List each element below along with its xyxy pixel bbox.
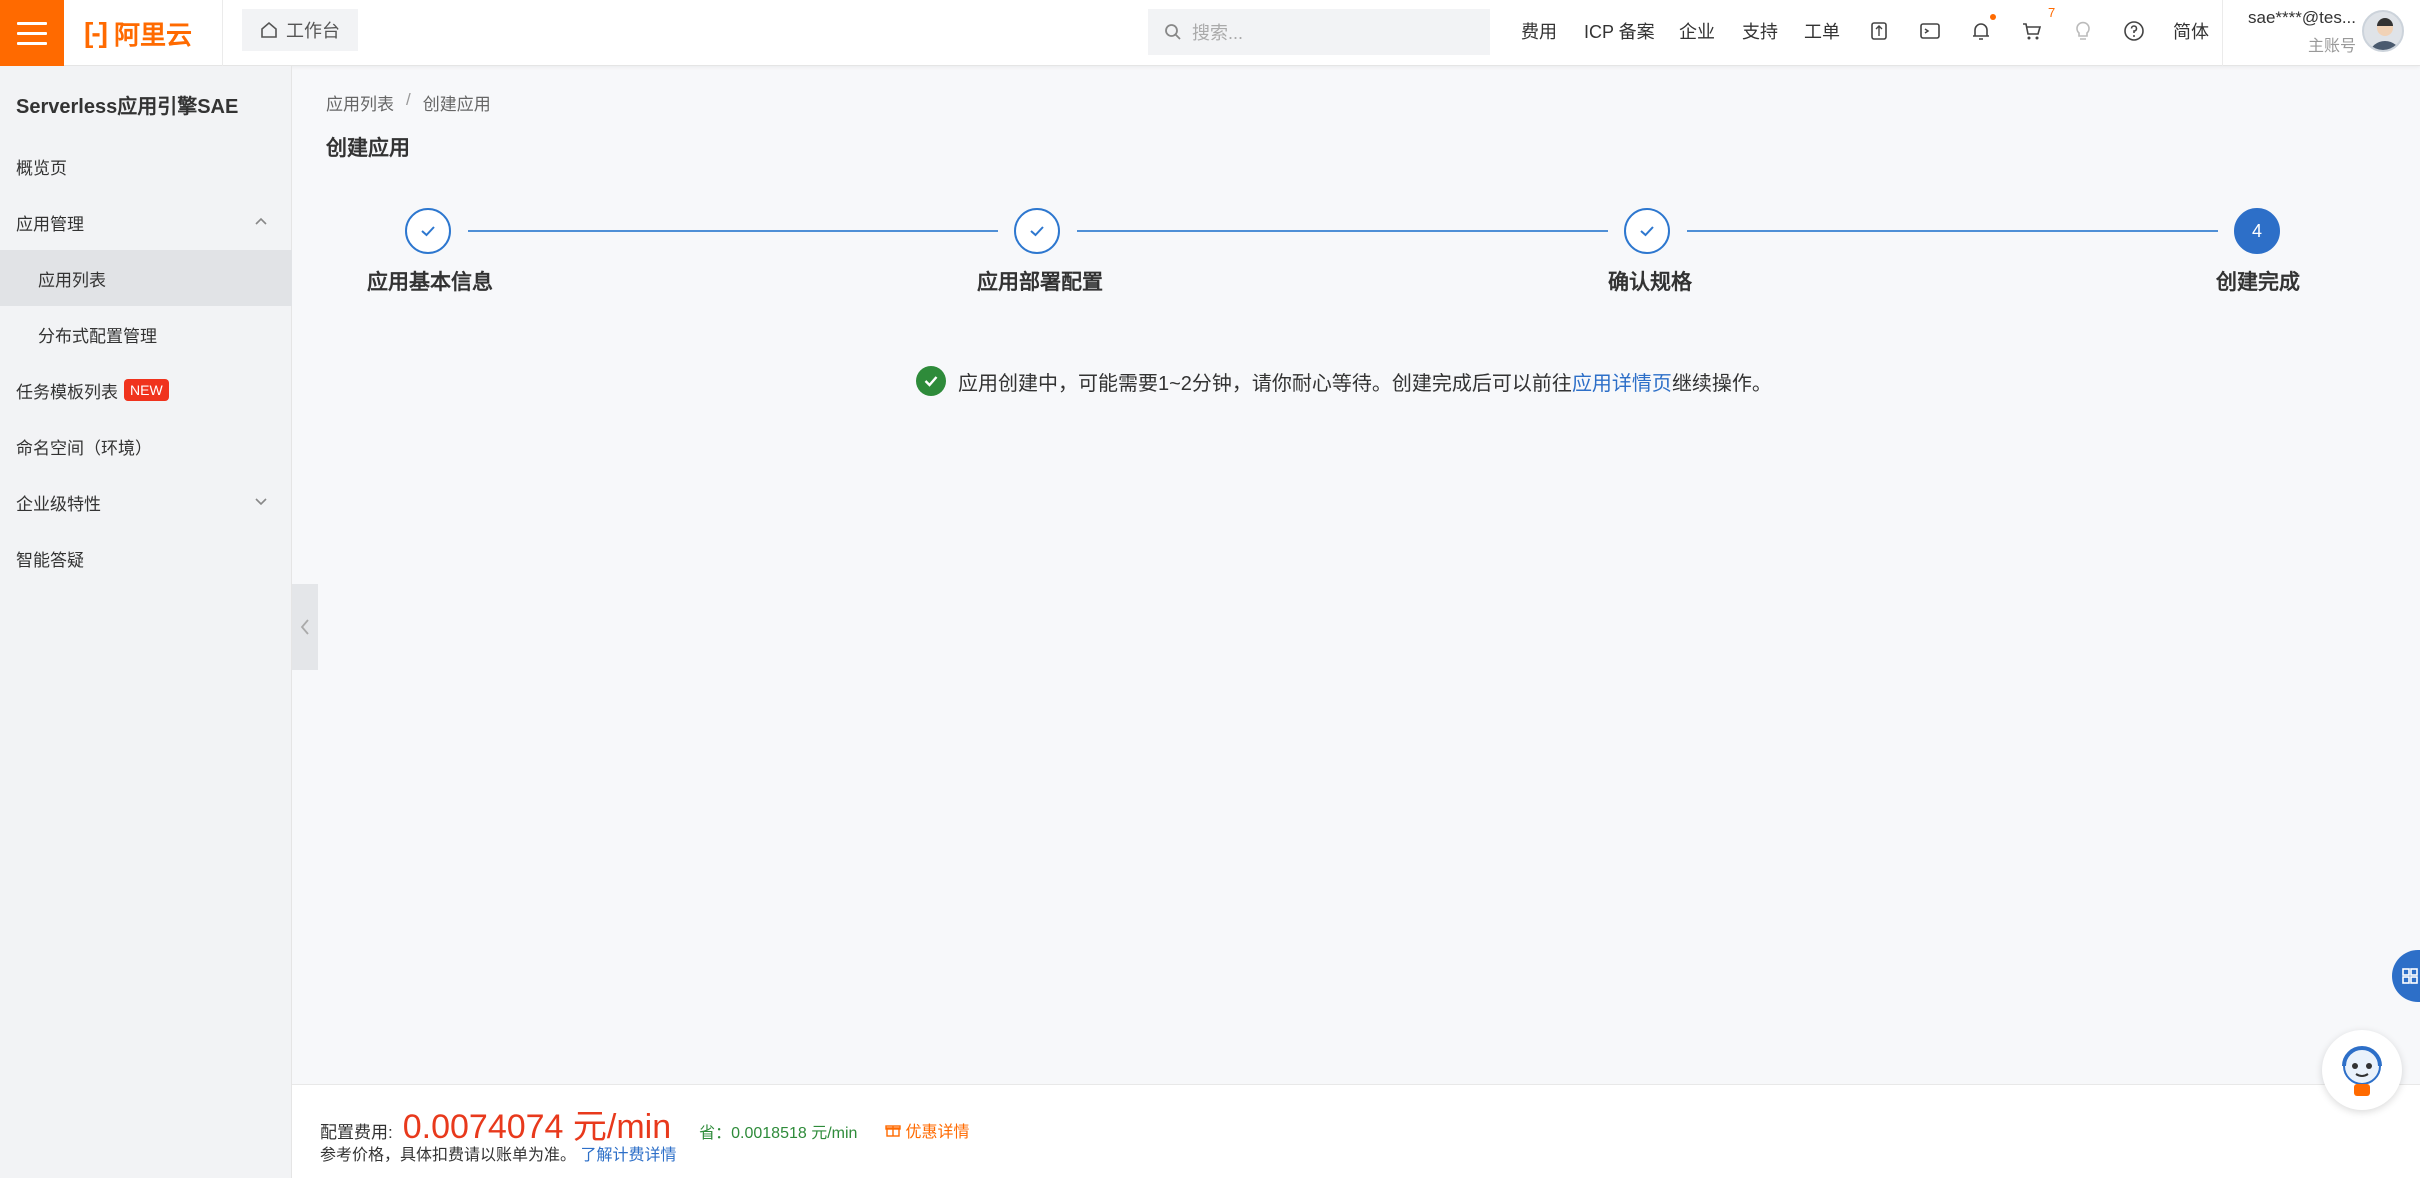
step-connector: [1687, 230, 2218, 232]
language-switch[interactable]: 简体: [2173, 18, 2209, 44]
breadcrumb-create-app: 创建应用: [422, 95, 491, 114]
step-2-label: 应用部署配置: [977, 271, 1103, 294]
sidebar-item-label: 企业级特性: [16, 494, 101, 514]
nav-link-support[interactable]: 支持: [1742, 18, 1778, 44]
app-detail-link[interactable]: 应用详情页: [1572, 373, 1672, 395]
billing-details-link[interactable]: 了解计费详情: [580, 1147, 676, 1164]
breadcrumb-app-list[interactable]: 应用列表: [326, 90, 394, 115]
aliyun-logo-mark: [-]: [84, 17, 108, 48]
help-icon[interactable]: [2121, 18, 2147, 44]
step-2-check-icon: [1014, 208, 1060, 254]
sidebar-item-namespace[interactable]: 命名空间（环境）: [0, 418, 292, 474]
sidebar-item-distributed-config[interactable]: 分布式配置管理: [0, 306, 292, 362]
chevron-up-icon: [255, 217, 267, 225]
floating-apps-button[interactable]: [2392, 950, 2420, 1002]
sidebar-title: Serverless应用引擎SAE: [16, 96, 239, 118]
nav-link-ticket[interactable]: 工单: [1804, 18, 1840, 44]
cart-count: 7: [2048, 5, 2056, 20]
success-check-icon: [916, 366, 946, 396]
breadcrumb-separator: /: [406, 90, 411, 109]
search-placeholder: 搜索...: [1192, 23, 1244, 43]
chevron-down-icon: [255, 498, 267, 506]
workbench-label: 工作台: [286, 21, 340, 41]
sidebar-item-label: 智能答疑: [16, 550, 84, 570]
bell-icon[interactable]: [1968, 18, 1994, 44]
sidebar-item-label: 命名空间（环境）: [16, 438, 152, 458]
sidebar-item-label: 任务模板列表: [16, 382, 118, 402]
menu-icon[interactable]: [0, 0, 64, 66]
step-connector: [468, 230, 998, 232]
new-badge: NEW: [124, 379, 169, 401]
home-icon: [261, 21, 277, 38]
sidebar-item-app-list[interactable]: 应用列表: [0, 250, 292, 306]
divider: [2222, 0, 2223, 66]
page-title: 创建应用: [326, 137, 410, 160]
discount-details-link[interactable]: 优惠详情: [885, 1118, 969, 1142]
workbench-button[interactable]: 工作台: [242, 9, 358, 51]
chevron-left-icon: [300, 619, 309, 635]
nav-link-enterprise[interactable]: 企业: [1679, 18, 1715, 44]
search-icon: [1165, 24, 1181, 40]
step-1-label: 应用基本信息: [367, 271, 493, 294]
sync-icon[interactable]: [1866, 18, 1892, 44]
nav-link-icp[interactable]: ICP 备案: [1584, 18, 1655, 44]
sidebar-item-overview[interactable]: 概览页: [0, 138, 292, 194]
status-text: 应用创建中，可能需要1~2分钟，请你耐心等待。创建完成后可以前往: [958, 372, 1572, 395]
assistant-robot-icon[interactable]: [2322, 1030, 2402, 1110]
step-connector: [1077, 230, 1608, 232]
avatar[interactable]: [2362, 10, 2404, 52]
top-bar: [-] 阿里云 工作台 搜索... 费用 ICP 备案 企业 支持 工单 7 简…: [0, 0, 2420, 66]
sidebar-item-smart-qa[interactable]: 智能答疑: [0, 530, 292, 586]
nav-link-fees[interactable]: 费用: [1521, 18, 1557, 44]
sidebar-collapse-toggle[interactable]: [292, 584, 318, 670]
sidebar-item-label: 概览页: [16, 158, 67, 178]
sidebar-item-label: 应用列表: [38, 270, 106, 290]
search-input[interactable]: 搜索...: [1148, 9, 1490, 55]
sidebar-item-enterprise-features[interactable]: 企业级特性: [0, 474, 292, 530]
account-role: 主账号: [2307, 38, 2356, 55]
notification-dot: [1990, 14, 1996, 20]
gift-icon: [885, 1125, 902, 1137]
fee-label: 配置费用:: [320, 1123, 393, 1142]
account-email: sae****@tes...: [2248, 8, 2356, 27]
fee-note: 参考价格，具体扣费请以账单为准。 了解计费详情: [320, 1141, 676, 1165]
terminal-icon[interactable]: [1917, 18, 1943, 44]
aliyun-logo[interactable]: [-] 阿里云: [84, 16, 192, 50]
sidebar-item-label: 分布式配置管理: [38, 326, 157, 346]
cart-icon[interactable]: [2019, 18, 2045, 44]
sidebar-item-task-templates[interactable]: 任务模板列表 NEW: [0, 362, 292, 418]
breadcrumb: 应用列表 / 创建应用: [326, 90, 491, 115]
fee-footer: 配置费用: 0.0074074 元/min 省：0.0018518 元/min …: [292, 1084, 2420, 1178]
creation-status-message: 应用创建中，可能需要1~2分钟，请你耐心等待。创建完成后可以前往应用详情页继续操…: [916, 366, 1772, 396]
sidebar: Serverless应用引擎SAE 概览页 应用管理 应用列表 分布式配置管理 …: [0, 66, 292, 1178]
aliyun-logo-text: 阿里云: [113, 19, 192, 50]
discount-details-label: 优惠详情: [905, 1124, 970, 1141]
step-4-label: 创建完成: [2216, 271, 2300, 294]
lightbulb-icon[interactable]: [2070, 18, 2096, 44]
fee-savings: 省：0.0018518 元/min: [699, 1125, 858, 1142]
fee-note-text: 参考价格，具体扣费请以账单为准。: [320, 1147, 577, 1164]
status-suffix: 继续操作。: [1671, 372, 1772, 395]
step-4-number: 4: [2234, 208, 2280, 254]
grid-icon: [2402, 968, 2418, 984]
step-3-check-icon: [1624, 208, 1670, 254]
step-1-check-icon: [405, 208, 451, 254]
sidebar-item-app-management[interactable]: 应用管理: [0, 194, 292, 250]
account-info[interactable]: sae****@tes... 主账号: [2236, 8, 2356, 56]
divider: [222, 0, 223, 66]
step-3-label: 确认规格: [1608, 271, 1692, 294]
sidebar-item-label: 应用管理: [16, 214, 84, 234]
